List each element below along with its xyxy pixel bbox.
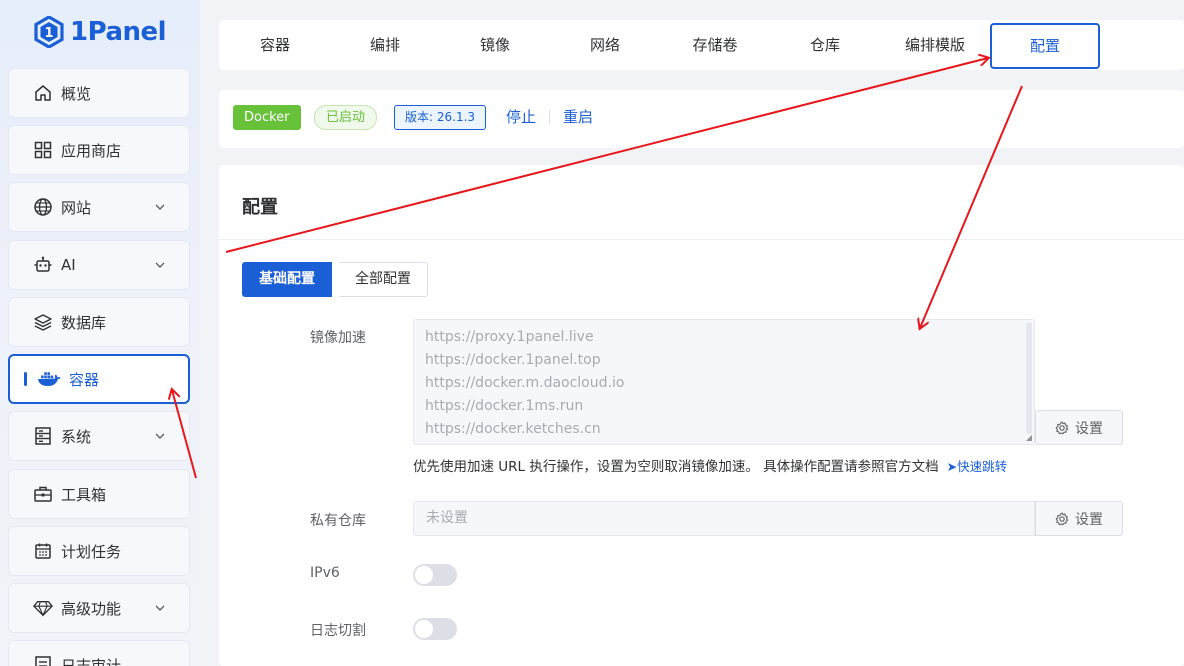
sidebar-item-app-store[interactable]: 应用商店 [8, 125, 190, 175]
chevron-down-icon [155, 204, 165, 210]
chevron-down-icon [155, 605, 165, 611]
tab-settings[interactable]: 配置 [990, 23, 1100, 69]
calendar-icon [33, 541, 53, 561]
mirror-settings-button[interactable]: 设置 [1035, 410, 1123, 445]
logo-text: 1Panel [70, 17, 167, 47]
page-title: 配置 [242, 197, 278, 218]
docker-icon [37, 369, 61, 389]
toggle-knob [415, 566, 433, 584]
toolbox-icon [33, 484, 53, 504]
mirror-url: https://docker.1panel.top [425, 352, 601, 368]
robot-icon [33, 255, 53, 275]
docker-status-bar: Docker 已启动 版本: 26.1.3 停止 重启 [219, 90, 1184, 148]
all-config-tab[interactable]: 全部配置 [339, 262, 428, 297]
sidebar-item-toolbox[interactable]: 工具箱 [8, 469, 190, 519]
sidebar-item-advanced[interactable]: 高级功能 [8, 583, 190, 633]
sidebar-item-label: 日志审计 [61, 656, 122, 666]
ipv6-label: IPv6 [310, 565, 340, 581]
gear-icon [1055, 420, 1069, 434]
gear-icon [1055, 511, 1069, 525]
tab-images[interactable]: 镜像 [440, 20, 550, 70]
svg-text:1: 1 [44, 26, 53, 41]
sidebar: 1 1Panel 概览 应用商店 网站 AI 数据库 容器 系统 工具箱 计划任… [0, 0, 200, 666]
divider [549, 110, 550, 124]
sidebar-item-label: 工具箱 [61, 485, 107, 504]
sidebar-item-container[interactable]: 容器 [8, 354, 190, 404]
mirror-url: https://docker.m.daocloud.io [425, 375, 625, 391]
mirror-label: 镜像加速 [310, 330, 366, 346]
settings-card: 配置 基础配置 全部配置 镜像加速 https://proxy.1panel.l… [219, 165, 1184, 666]
sidebar-item-system[interactable]: 系统 [8, 411, 190, 461]
settings-label: 设置 [1075, 511, 1103, 528]
container-tabs: 容器 编排 镜像 网络 存储卷 仓库 编排模版 配置 [219, 20, 1184, 70]
tab-repositories[interactable]: 仓库 [770, 20, 880, 70]
grid-icon [33, 140, 53, 160]
tab-containers[interactable]: 容器 [220, 20, 330, 70]
log-rotate-toggle[interactable] [413, 618, 457, 640]
restart-button[interactable]: 重启 [563, 106, 593, 127]
service-tag: Docker [233, 105, 301, 130]
active-indicator [24, 372, 27, 386]
status-badge: 已启动 [314, 105, 378, 130]
sidebar-item-label: 系统 [61, 427, 92, 446]
registry-input[interactable]: 未设置 [413, 501, 1035, 536]
sidebar-item-logs[interactable]: 日志审计 [8, 640, 190, 666]
settings-label: 设置 [1075, 420, 1103, 437]
basic-config-tab[interactable]: 基础配置 [242, 262, 332, 297]
log-icon [33, 655, 53, 666]
sidebar-item-label: 计划任务 [61, 542, 122, 561]
mirror-url: https://docker.1ms.run [425, 398, 584, 414]
sidebar-item-label: 概览 [61, 84, 92, 103]
mirror-help: 优先使用加速 URL 执行操作，设置为空则取消镜像加速。 具体操作配置请参照官方… [413, 459, 939, 475]
registry-settings-button[interactable]: 设置 [1035, 501, 1123, 536]
sidebar-item-database[interactable]: 数据库 [8, 297, 190, 347]
diamond-icon [33, 598, 53, 618]
send-icon: ➤ [946, 459, 958, 474]
sidebar-item-label: 容器 [69, 370, 100, 389]
divider [219, 239, 1184, 240]
server-icon [33, 426, 53, 446]
sidebar-item-label: 数据库 [61, 313, 107, 332]
mirror-textarea[interactable]: https://proxy.1panel.live https://docker… [413, 319, 1035, 445]
version-badge: 版本: 26.1.3 [394, 105, 487, 130]
sidebar-item-label: 网站 [61, 198, 92, 217]
quick-jump-label: 快速跳转 [957, 459, 1008, 474]
globe-icon [33, 197, 53, 217]
mirror-help-text: 优先使用加速 URL 执行操作，设置为空则取消镜像加速。 具体操作配置请参照官方… [413, 455, 1007, 475]
resize-handle-icon[interactable]: ◢ [1026, 433, 1032, 442]
home-icon [33, 83, 53, 103]
tab-volumes[interactable]: 存储卷 [660, 20, 770, 70]
app-logo[interactable]: 1 1Panel [34, 14, 167, 50]
sidebar-item-website[interactable]: 网站 [8, 182, 190, 232]
sidebar-item-ai[interactable]: AI [8, 240, 190, 290]
log-rotate-label: 日志切割 [310, 623, 366, 639]
mirror-url: https://proxy.1panel.live [425, 329, 594, 345]
tab-networks[interactable]: 网络 [550, 20, 660, 70]
mirror-url: https://docker.ketches.cn [425, 421, 601, 437]
sidebar-item-label: AI [61, 256, 76, 274]
logo-hexagon-icon: 1 [34, 16, 64, 48]
tab-compose[interactable]: 编排 [330, 20, 440, 70]
sidebar-item-label: 高级功能 [61, 599, 122, 618]
textarea-scrollbar[interactable] [1026, 322, 1032, 434]
chevron-down-icon [155, 262, 165, 268]
registry-label: 私有仓库 [310, 513, 366, 529]
tab-compose-templates[interactable]: 编排模版 [880, 20, 990, 70]
quick-jump-link[interactable]: ➤快速跳转 [947, 459, 1008, 474]
sidebar-item-label: 应用商店 [61, 141, 122, 160]
ipv6-toggle[interactable] [413, 564, 457, 586]
layers-icon [33, 312, 53, 332]
stop-button[interactable]: 停止 [506, 106, 536, 127]
toggle-knob [415, 620, 433, 638]
chevron-down-icon [155, 433, 165, 439]
sidebar-item-cron[interactable]: 计划任务 [8, 526, 190, 576]
sidebar-item-overview[interactable]: 概览 [8, 68, 190, 118]
